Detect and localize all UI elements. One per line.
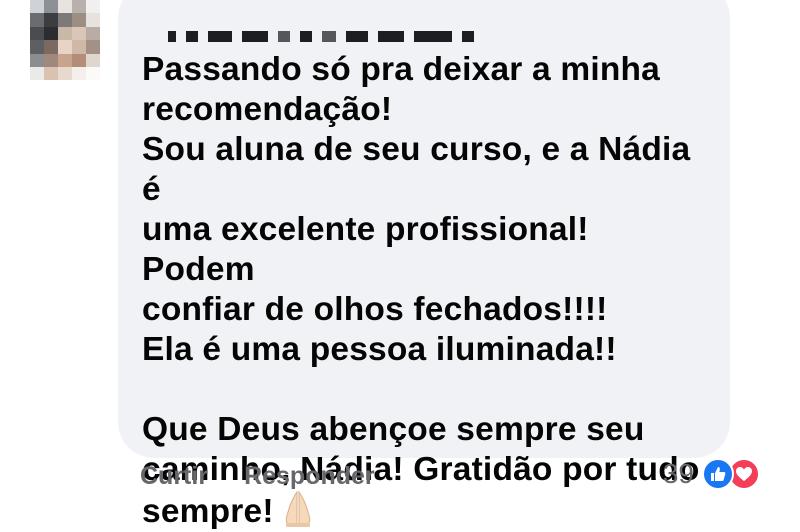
folded-hands-icon [285, 490, 310, 527]
reaction-count: 39 [662, 458, 694, 489]
comment-text: Passando só pra deixar a minha recomenda… [142, 50, 704, 532]
comment-body: Passando só pra deixar a minha recomenda… [142, 51, 700, 530]
author-name-redacted[interactable] [168, 22, 704, 42]
like-icon [702, 458, 734, 490]
reactions-summary[interactable]: 39 [663, 458, 760, 490]
avatar[interactable] [30, 0, 100, 80]
comment-actions: Curtir Responder [140, 462, 375, 491]
comment-bubble: Passando só pra deixar a minha recomenda… [118, 0, 730, 530]
like-button[interactable]: Curtir [140, 462, 208, 491]
reply-button[interactable]: Responder [244, 462, 375, 491]
